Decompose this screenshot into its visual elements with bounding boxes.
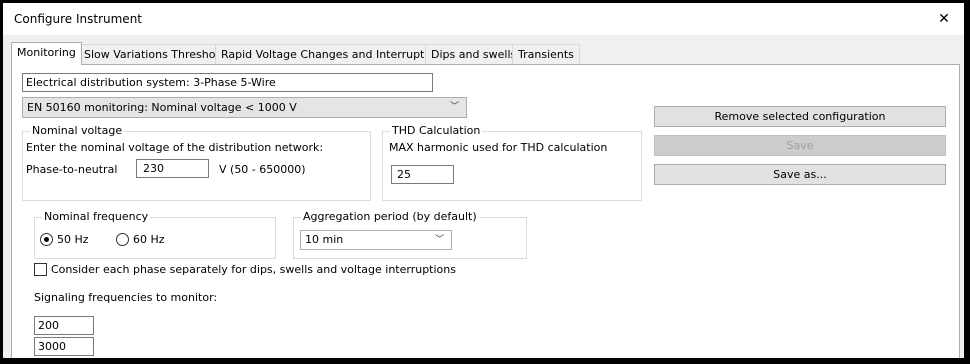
radio-60hz[interactable] [116, 233, 129, 246]
chevron-down-icon: ﹀ [434, 235, 444, 245]
save-button[interactable]: Save [654, 135, 946, 156]
tab-dips-and-swells[interactable]: Dips and swells [425, 44, 523, 64]
aggregation-period-value: 10 min [305, 233, 344, 246]
thd-calculation-group: THD Calculation MAX harmonic used for TH… [382, 124, 642, 201]
voltage-range-label: V (50 - 650000) [219, 163, 306, 176]
consider-phases-label: Consider each phase separately for dips,… [51, 263, 456, 276]
tab-slow-variations-thresholds[interactable]: Slow Variations Thresholds [78, 44, 238, 64]
radio-50hz[interactable] [40, 233, 53, 246]
nominal-voltage-legend: Nominal voltage [30, 124, 125, 137]
monitoring-panel: Electrical distribution system: 3-Phase … [11, 64, 960, 358]
configure-instrument-dialog: Configure Instrument ✕ Monitoring Slow V… [3, 3, 964, 358]
standard-select-value: EN 50160 monitoring: Nominal voltage < 1… [27, 101, 297, 114]
nominal-voltage-instruction: Enter the nominal voltage of the distrib… [26, 141, 324, 154]
consider-phases-checkbox[interactable] [34, 263, 47, 276]
aggregation-period-group: Aggregation period (by default) 10 min ﹀ [293, 210, 527, 259]
radio-50hz-label: 50 Hz [57, 233, 89, 246]
aggregation-period-select[interactable]: 10 min ﹀ [300, 230, 452, 250]
standard-select[interactable]: EN 50160 monitoring: Nominal voltage < 1… [22, 97, 467, 118]
chevron-down-icon: ﹀ [449, 102, 459, 112]
thd-max-harmonic-label: MAX harmonic used for THD calculation [389, 141, 608, 154]
radio-60hz-label: 60 Hz [133, 233, 165, 246]
phase-to-neutral-input[interactable]: 230 [136, 159, 209, 178]
nominal-frequency-group: Nominal frequency 50 Hz 60 Hz [34, 210, 276, 259]
tab-rapid-voltage-changes[interactable]: Rapid Voltage Changes and Interruptions [215, 44, 453, 64]
aggregation-legend: Aggregation period (by default) [301, 210, 479, 223]
phase-to-neutral-label: Phase-to-neutral [26, 163, 118, 176]
nominal-voltage-group: Nominal voltage Enter the nominal voltag… [22, 124, 371, 201]
nominal-frequency-legend: Nominal frequency [42, 210, 151, 223]
thd-legend: THD Calculation [390, 124, 483, 137]
signaling-frequency-input-2[interactable]: 3000 [34, 337, 94, 356]
save-as-button[interactable]: Save as... [654, 164, 946, 185]
remove-configuration-button[interactable]: Remove selected configuration [654, 106, 946, 127]
thd-max-harmonic-input[interactable]: 25 [391, 165, 454, 184]
close-icon[interactable]: ✕ [924, 3, 964, 35]
signaling-frequency-input-1[interactable]: 200 [34, 316, 94, 335]
distribution-system-field[interactable]: Electrical distribution system: 3-Phase … [22, 73, 433, 92]
dialog-title: Configure Instrument [14, 12, 142, 26]
title-bar: Configure Instrument ✕ [3, 3, 964, 35]
tab-transients[interactable]: Transients [512, 44, 580, 64]
signaling-frequencies-label: Signaling frequencies to monitor: [34, 291, 218, 304]
tab-monitoring[interactable]: Monitoring [11, 42, 82, 65]
